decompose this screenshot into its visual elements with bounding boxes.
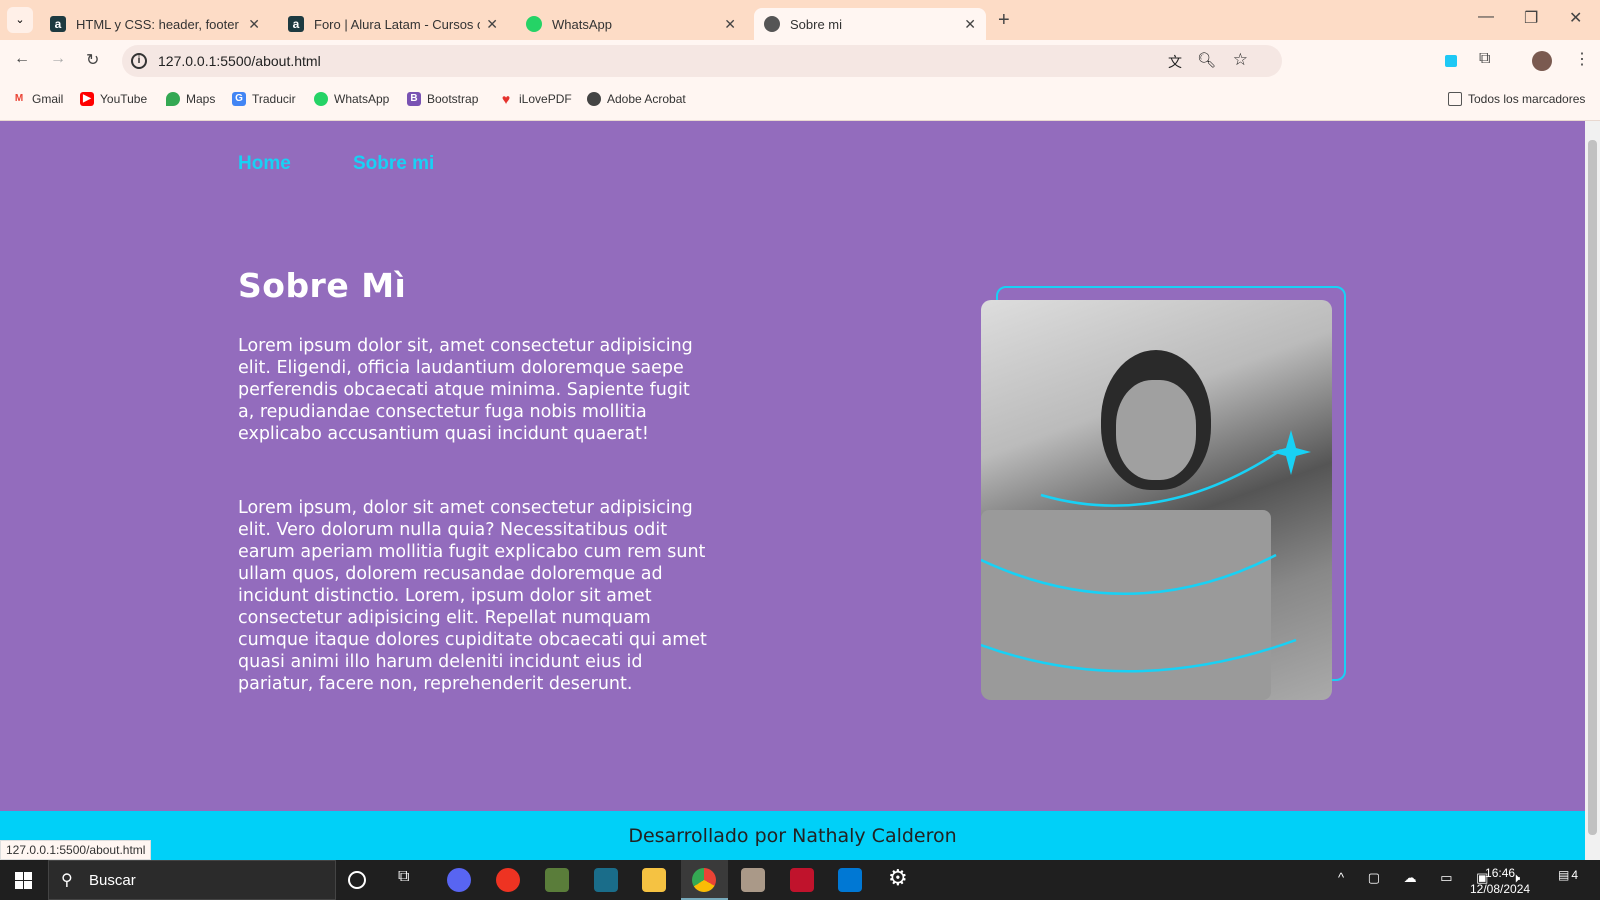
- close-icon[interactable]: ✕: [486, 16, 498, 33]
- bookmark-traducir[interactable]: G Traducir: [232, 92, 296, 106]
- globe-icon: [764, 16, 780, 32]
- app-icon[interactable]: [496, 868, 520, 892]
- restore-icon[interactable]: ❐: [1524, 8, 1538, 28]
- chrome-taskbar-button[interactable]: [681, 860, 728, 900]
- taskbar-search[interactable]: ⚲ Buscar: [48, 860, 336, 900]
- task-view-icon[interactable]: ⧉: [398, 868, 422, 892]
- translate-icon: G: [232, 92, 246, 106]
- bookmark-youtube[interactable]: ▶ YouTube: [80, 92, 147, 106]
- menu-icon[interactable]: ⋮: [1574, 49, 1590, 69]
- folder-icon: [1448, 92, 1462, 106]
- back-icon[interactable]: ←: [14, 50, 30, 68]
- status-bar-url: 127.0.0.1:5500/about.html: [0, 840, 152, 860]
- whatsapp-icon: [314, 92, 328, 106]
- search-placeholder: Buscar: [89, 871, 136, 889]
- alura-icon: a: [50, 16, 66, 32]
- extensions-icon[interactable]: ⧉: [1479, 50, 1490, 68]
- close-icon[interactable]: ✕: [248, 16, 260, 33]
- paragraph: Lorem ipsum, dolor sit amet consectetur …: [238, 498, 707, 694]
- tab-search-button[interactable]: ⌄: [7, 7, 33, 33]
- close-window-icon[interactable]: ✕: [1569, 8, 1582, 28]
- whatsapp-icon: [526, 16, 542, 32]
- bookmark-maps[interactable]: Maps: [166, 92, 215, 106]
- tab-foro[interactable]: a Foro | Alura Latam - Cursos onli ✕: [278, 8, 508, 40]
- forward-icon[interactable]: →: [50, 50, 66, 68]
- tab-title: HTML y CSS: header, footer y va: [76, 16, 242, 32]
- profile-photo: [981, 300, 1332, 700]
- date: 12/08/2024: [1470, 882, 1531, 896]
- valorant-icon[interactable]: [790, 868, 814, 892]
- bookmark-label: Todos los marcadores: [1468, 92, 1586, 106]
- bookmark-label: YouTube: [100, 92, 148, 106]
- tab-html-css[interactable]: a HTML y CSS: header, footer y va ✕: [40, 8, 270, 40]
- minecraft-icon[interactable]: [545, 868, 569, 892]
- alura-icon: a: [288, 16, 304, 32]
- close-icon[interactable]: ✕: [724, 16, 736, 33]
- youtube-icon: ▶: [80, 92, 94, 106]
- footer-text: Desarrollado por Nathaly Calderon: [628, 825, 957, 847]
- paragraph: Lorem ipsum dolor sit, amet consectetur …: [238, 336, 693, 444]
- windows-start-icon[interactable]: [15, 872, 32, 889]
- extension-record-icon[interactable]: [1445, 55, 1457, 67]
- bookmark-label: Maps: [186, 92, 216, 106]
- bootstrap-icon: B: [407, 92, 421, 106]
- bookmark-label: Traducir: [252, 92, 296, 106]
- taskbar: ⚲ Buscar ⧉ ⚙ ^ ▢ ☁ ▭ ▣ 🕨 16:46 12/08/2024 …: [0, 860, 1600, 900]
- bookmark-label: Bootstrap: [427, 92, 479, 106]
- tab-sobre-mi[interactable]: Sobre mi ✕: [754, 8, 986, 40]
- cortana-icon[interactable]: [348, 871, 366, 889]
- league-icon[interactable]: [594, 868, 618, 892]
- address-bar[interactable]: i 127.0.0.1:5500/about.html 文 🔍︎ ☆: [122, 45, 1282, 77]
- bookmarks-bar: M Gmail ▶ YouTube Maps G Traducir WhatsApp …: [0, 81, 1600, 121]
- bookmark-label: Adobe Acrobat: [607, 92, 686, 106]
- settings-icon[interactable]: ⚙: [888, 865, 912, 890]
- bookmark-whatsapp[interactable]: WhatsApp: [314, 92, 389, 106]
- discord-icon[interactable]: [447, 868, 471, 892]
- notifications-icon[interactable]: ▤ 4: [1558, 868, 1580, 890]
- bookmark-label: iLovePDF: [519, 92, 572, 106]
- bookmark-bootstrap[interactable]: B Bootstrap: [407, 92, 478, 106]
- toolbar: ← → ↻ i 127.0.0.1:5500/about.html 文 🔍︎ ☆…: [0, 40, 1600, 81]
- close-icon[interactable]: ✕: [964, 16, 976, 33]
- file-explorer-icon[interactable]: [642, 868, 666, 892]
- star-icon[interactable]: ☆: [1233, 50, 1248, 70]
- tab-whatsapp[interactable]: WhatsApp ✕: [516, 8, 746, 40]
- bookmark-label: WhatsApp: [334, 92, 390, 106]
- bookmark-ilovepdf[interactable]: ♥ iLovePDF: [499, 92, 572, 106]
- minimize-icon[interactable]: —: [1478, 8, 1494, 26]
- page: Home Sobre mi Sobre Mì Lorem ipsum dolor…: [0, 121, 1585, 811]
- search-icon: ⚲: [61, 872, 73, 889]
- gmail-icon: M: [14, 93, 24, 104]
- scrollbar-thumb[interactable]: [1588, 140, 1597, 835]
- bookmark-label: Gmail: [32, 92, 64, 106]
- vscode-icon[interactable]: [838, 868, 862, 892]
- new-tab-icon[interactable]: +: [998, 9, 1010, 32]
- time: 16:46: [1485, 866, 1516, 880]
- tab-bar: ⌄ a HTML y CSS: header, footer y va ✕ a For…: [0, 0, 1600, 40]
- tab-title: Sobre mi: [790, 16, 843, 32]
- globe-icon: [587, 92, 601, 106]
- game-icon[interactable]: [741, 868, 765, 892]
- site-info-icon[interactable]: i: [131, 53, 147, 69]
- bookmark-adobe[interactable]: Adobe Acrobat: [587, 92, 686, 106]
- bookmark-gmail[interactable]: M Gmail: [12, 92, 64, 106]
- translate-icon[interactable]: 文: [1168, 52, 1182, 72]
- maps-icon: [166, 92, 180, 106]
- reload-icon[interactable]: ↻: [86, 50, 99, 70]
- decorative-orbits: [981, 430, 1311, 673]
- notification-count: 4: [1571, 868, 1579, 882]
- tab-title: WhatsApp: [552, 16, 612, 32]
- clock[interactable]: 16:46 12/08/2024: [1470, 865, 1530, 897]
- footer: Desarrollado por Nathaly Calderon: [0, 811, 1585, 861]
- avatar[interactable]: [1532, 51, 1552, 71]
- heart-icon: ♥: [501, 91, 511, 107]
- nav-sobre-mi[interactable]: Sobre mi: [353, 153, 434, 175]
- url-text: 127.0.0.1:5500/about.html: [158, 53, 321, 69]
- page-title: Sobre Mì: [238, 266, 407, 305]
- zoom-icon[interactable]: 🔍︎: [1197, 51, 1216, 69]
- all-bookmarks[interactable]: Todos los marcadores: [1448, 92, 1585, 106]
- nav-home[interactable]: Home: [238, 153, 291, 175]
- tab-title: Foro | Alura Latam - Cursos onli: [314, 16, 481, 32]
- sparkle-icon: [1271, 430, 1311, 475]
